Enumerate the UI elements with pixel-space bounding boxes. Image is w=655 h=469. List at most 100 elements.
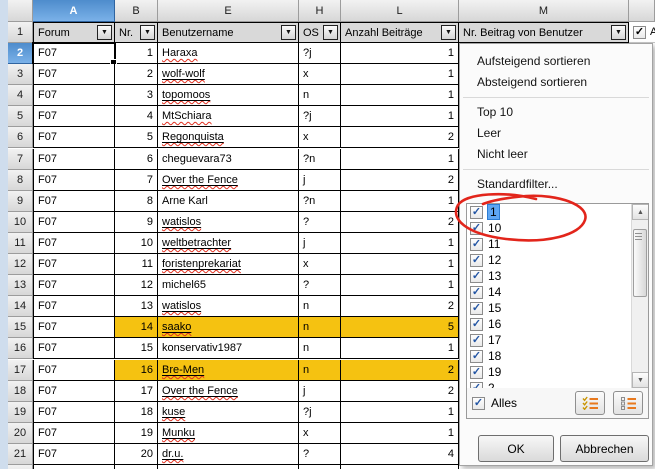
row-header-12[interactable]: 12: [8, 254, 33, 275]
autofilter-button-forum[interactable]: ▼: [97, 25, 112, 40]
list-scrollbar[interactable]: ▲ ▼: [631, 204, 648, 388]
cell-forum[interactable]: F07: [33, 444, 115, 465]
value-checkbox[interactable]: ✓: [470, 286, 483, 299]
cell-os[interactable]: ?: [299, 212, 341, 233]
corner-header[interactable]: [8, 0, 33, 22]
cell-username[interactable]: Regonquista: [158, 127, 299, 148]
cell-count[interactable]: 1: [341, 423, 459, 444]
menu-item-empty[interactable]: Leer: [460, 123, 652, 144]
cell-nr[interactable]: 4: [115, 106, 158, 127]
cell-nr[interactable]: 10: [115, 233, 158, 254]
filter-value-item[interactable]: ✓1: [467, 204, 648, 220]
cell-username[interactable]: foristenprekariat: [158, 254, 299, 275]
cell-forum[interactable]: F07: [33, 106, 115, 127]
cell-nr[interactable]: 7: [115, 170, 158, 191]
header-cell-name[interactable]: Benutzername: [158, 22, 299, 43]
cell-forum[interactable]: F07: [33, 233, 115, 254]
cell-forum[interactable]: F07: [33, 360, 115, 381]
cell-username[interactable]: cheguevara73: [158, 149, 299, 170]
cell-count[interactable]: 1: [341, 106, 459, 127]
column-header-L[interactable]: L: [341, 0, 459, 22]
value-checkbox[interactable]: ✓: [470, 366, 483, 379]
cell-os[interactable]: ?n: [299, 191, 341, 212]
cell-count[interactable]: 1: [341, 233, 459, 254]
value-checkbox[interactable]: ✓: [470, 302, 483, 315]
cell-nr[interactable]: 9: [115, 212, 158, 233]
cell-nr[interactable]: 19: [115, 423, 158, 444]
row-header-11[interactable]: 11: [8, 233, 33, 254]
menu-item-standard-filter[interactable]: Standardfilter...: [460, 174, 652, 195]
value-checkbox[interactable]: ✓: [470, 350, 483, 363]
cell-count[interactable]: 1: [341, 85, 459, 106]
cell-username[interactable]: Arne Karl: [158, 191, 299, 212]
cell-os[interactable]: j: [299, 233, 341, 254]
row-header-22[interactable]: 22: [8, 465, 33, 469]
cell-nr[interactable]: 12: [115, 275, 158, 296]
cell-username[interactable]: Over the Fence: [158, 381, 299, 402]
cell-nr[interactable]: 6: [115, 149, 158, 170]
cell-forum[interactable]: F07: [33, 275, 115, 296]
row-header-2[interactable]: 2: [8, 43, 33, 64]
cell-count[interactable]: 2: [341, 360, 459, 381]
cell-count[interactable]: 1: [341, 465, 459, 469]
cell-count[interactable]: 4: [341, 444, 459, 465]
cell-os[interactable]: n: [299, 338, 341, 359]
cell-username[interactable]: ktor71: [158, 465, 299, 469]
cell-nr[interactable]: 3: [115, 85, 158, 106]
cell-nr[interactable]: 1: [115, 43, 158, 64]
cell-os[interactable]: ?: [299, 465, 341, 469]
value-checkbox[interactable]: ✓: [470, 206, 483, 219]
cell-nr[interactable]: 16: [115, 360, 158, 381]
row-header-18[interactable]: 18: [8, 381, 33, 402]
value-checkbox[interactable]: ✓: [470, 270, 483, 283]
cell-username[interactable]: Haraxa: [158, 43, 299, 64]
filter-value-item[interactable]: ✓17: [467, 332, 648, 348]
cell-nr[interactable]: 17: [115, 381, 158, 402]
select-all-checkbox[interactable]: ✓: [472, 397, 485, 410]
cell-username[interactable]: wolf-wolf: [158, 64, 299, 85]
menu-item-not-empty[interactable]: Nicht leer: [460, 144, 652, 165]
cell-os[interactable]: ?: [299, 444, 341, 465]
cell-nr[interactable]: 8: [115, 191, 158, 212]
row-header-6[interactable]: 6: [8, 127, 33, 148]
row-header-7[interactable]: 7: [8, 149, 33, 170]
cell-forum[interactable]: F07: [33, 381, 115, 402]
autofilter-button-os[interactable]: ▼: [323, 25, 338, 40]
cell-os[interactable]: ?j: [299, 402, 341, 423]
value-checkbox[interactable]: ✓: [470, 222, 483, 235]
cell-nr[interactable]: 18: [115, 402, 158, 423]
row-header-19[interactable]: 19: [8, 402, 33, 423]
value-checkbox[interactable]: ✓: [470, 254, 483, 267]
cell-os[interactable]: ?n: [299, 149, 341, 170]
value-checkbox[interactable]: ✓: [470, 318, 483, 331]
row-header-3[interactable]: 3: [8, 64, 33, 85]
cell-forum[interactable]: F07: [33, 127, 115, 148]
row-header-14[interactable]: 14: [8, 296, 33, 317]
cell-forum[interactable]: F07: [33, 402, 115, 423]
cell-os[interactable]: x: [299, 127, 341, 148]
filter-value-item[interactable]: ✓15: [467, 300, 648, 316]
row-header-16[interactable]: 16: [8, 338, 33, 359]
cell-os[interactable]: n: [299, 85, 341, 106]
cell-username[interactable]: dr.u.: [158, 444, 299, 465]
value-checkbox[interactable]: ✓: [470, 334, 483, 347]
cell-username[interactable]: weltbetrachter: [158, 233, 299, 254]
cell-nr[interactable]: 2: [115, 64, 158, 85]
row-header-17[interactable]: 17: [8, 360, 33, 381]
cell-nr[interactable]: 15: [115, 338, 158, 359]
cell-count[interactable]: 2: [341, 212, 459, 233]
cell-nr[interactable]: 20: [115, 444, 158, 465]
cell-username[interactable]: konservativ1987: [158, 338, 299, 359]
cell-forum[interactable]: F07: [33, 149, 115, 170]
cell-username[interactable]: saako: [158, 317, 299, 338]
cell-count[interactable]: 5: [341, 317, 459, 338]
cell-nr[interactable]: 21: [115, 465, 158, 469]
cell-username[interactable]: topomoos: [158, 85, 299, 106]
cell-forum[interactable]: F07: [33, 423, 115, 444]
cell-forum[interactable]: F07: [33, 317, 115, 338]
column-header-partial[interactable]: [629, 0, 655, 22]
row-header-10[interactable]: 10: [8, 212, 33, 233]
menu-item-sort-descending[interactable]: Absteigend sortieren: [460, 72, 652, 93]
autofilter-button-m[interactable]: ▼: [611, 25, 626, 40]
menu-item-top-10[interactable]: Top 10: [460, 102, 652, 123]
